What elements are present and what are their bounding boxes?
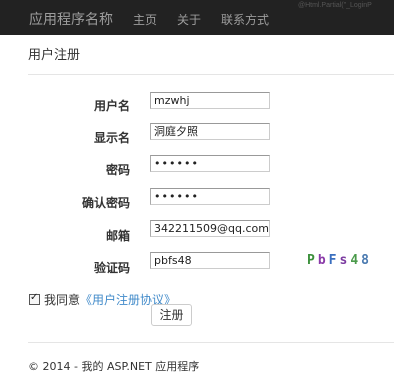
- display-name-field[interactable]: 洞庭夕照: [150, 123, 270, 140]
- footer-divider: [28, 342, 394, 343]
- nav-link-about[interactable]: 关于: [177, 11, 201, 28]
- captcha-image[interactable]: PbFs48: [307, 253, 372, 268]
- captcha-char: b: [317, 253, 329, 268]
- navbar: 应用程序名称 主页 关于 联系方式 @Html.Partial("_LoginP: [0, 0, 394, 35]
- captcha-char: 4: [350, 253, 362, 268]
- footer-text: © 2014 - 我的 ASP.NET 应用程序: [28, 360, 200, 373]
- captcha-char: 8: [361, 253, 372, 268]
- captcha-char: P: [307, 253, 318, 268]
- username-field[interactable]: mzwhj: [150, 92, 270, 109]
- username-label: 用户名: [93, 99, 130, 113]
- email-label: 邮箱: [105, 229, 130, 243]
- register-button[interactable]: 注册: [151, 304, 192, 326]
- confirm-password-label: 确认密码: [81, 196, 130, 210]
- password-label: 密码: [105, 163, 130, 177]
- nav-link-contact[interactable]: 联系方式: [221, 11, 269, 28]
- title-divider: [28, 74, 394, 75]
- brand-link[interactable]: 应用程序名称: [29, 9, 113, 29]
- partial-placeholder-text: @Html.Partial("_LoginP: [298, 2, 372, 9]
- page-title: 用户注册: [28, 48, 81, 63]
- agreement-text: 我同意: [44, 293, 81, 307]
- captcha-char: F: [328, 253, 340, 268]
- email-field[interactable]: 342211509@qq.com: [150, 220, 270, 237]
- captcha-char: s: [339, 253, 351, 268]
- password-field[interactable]: ••••••: [150, 155, 270, 172]
- captcha-label: 验证码: [93, 261, 130, 275]
- confirm-password-field[interactable]: ••••••: [150, 188, 270, 205]
- display-name-label: 显示名: [93, 131, 130, 145]
- nav-link-home[interactable]: 主页: [133, 11, 157, 28]
- captcha-field[interactable]: pbfs48: [150, 252, 270, 269]
- agreement-checkbox[interactable]: [29, 292, 40, 305]
